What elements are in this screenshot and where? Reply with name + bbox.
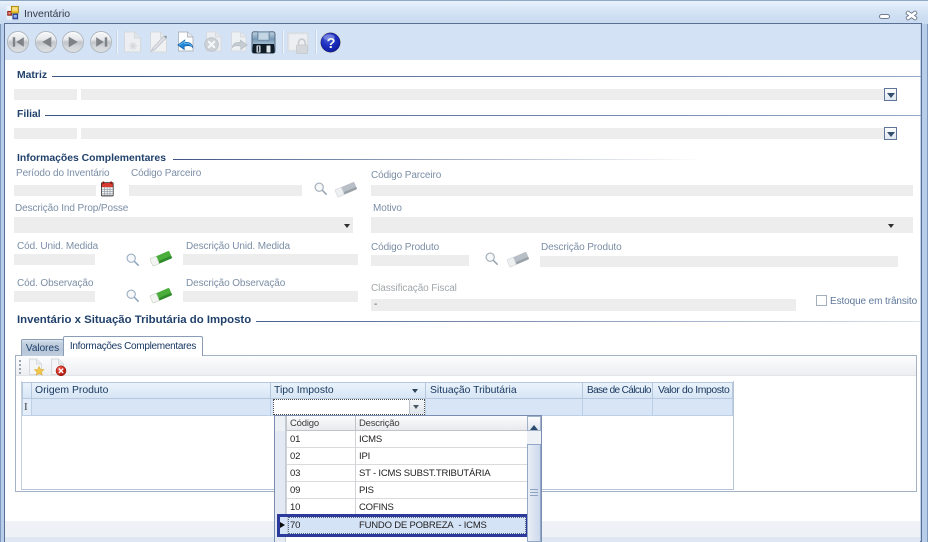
svg-text:?: ?	[327, 36, 336, 52]
